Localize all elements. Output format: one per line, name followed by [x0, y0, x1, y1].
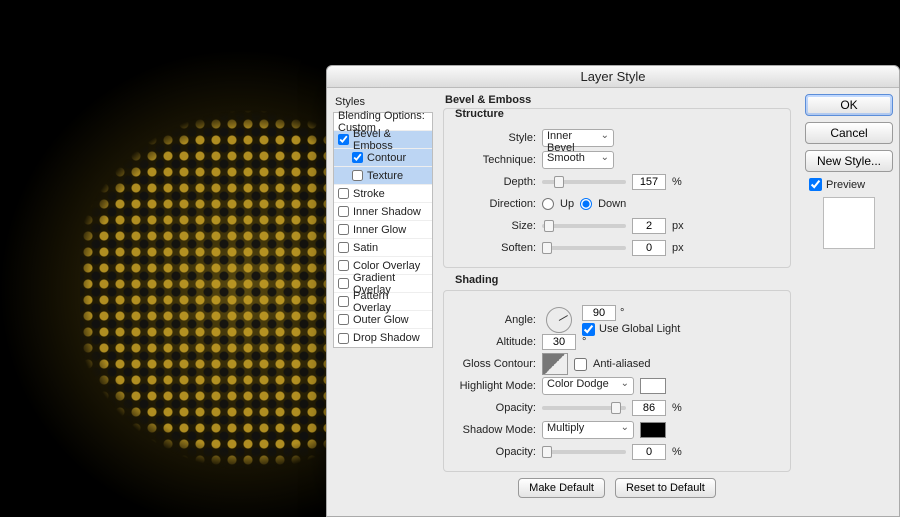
style-label: Style: [452, 132, 536, 144]
style-select[interactable]: Inner Bevel [542, 129, 614, 147]
effect-checkbox[interactable] [338, 296, 349, 307]
styles-label[interactable]: Styles [335, 96, 433, 108]
soften-label: Soften: [452, 242, 536, 254]
section-title: Bevel & Emboss [445, 94, 791, 106]
gloss-contour-picker[interactable] [542, 353, 568, 375]
effect-checkbox[interactable] [338, 278, 349, 289]
shadow-opacity-label: Opacity: [452, 446, 536, 458]
layer-style-dialog: Layer Style Styles Blending Options: Cus… [326, 65, 900, 517]
effect-checkbox[interactable] [338, 260, 349, 271]
shading-group: Angle: ° Use Global Light Altitude: [443, 290, 791, 472]
effect-label: Pattern Overlay [353, 290, 428, 314]
effects-column: Styles Blending Options: Custom Bevel & … [327, 88, 439, 516]
gloss-label: Gloss Contour: [452, 358, 536, 370]
effect-label: Color Overlay [353, 260, 420, 272]
soften-unit: px [672, 242, 684, 254]
effect-row-inner-glow[interactable]: Inner Glow [334, 221, 432, 239]
size-unit: px [672, 220, 684, 232]
highlight-opacity-slider[interactable] [542, 406, 626, 410]
dialog-title: Layer Style [327, 66, 899, 88]
size-label: Size: [452, 220, 536, 232]
effect-row-inner-shadow[interactable]: Inner Shadow [334, 203, 432, 221]
effect-label: Satin [353, 242, 378, 254]
shadow-color-swatch[interactable] [640, 422, 666, 438]
effect-label: Inner Shadow [353, 206, 421, 218]
effect-checkbox[interactable] [338, 242, 349, 253]
preview-swatch [823, 197, 875, 249]
depth-slider[interactable] [542, 180, 626, 184]
make-default-button[interactable]: Make Default [518, 478, 605, 498]
technique-label: Technique: [452, 154, 536, 166]
effect-label: Contour [367, 152, 406, 164]
effect-checkbox[interactable] [338, 134, 349, 145]
effect-checkbox[interactable] [338, 333, 349, 344]
highlight-opacity-label: Opacity: [452, 402, 536, 414]
depth-unit: % [672, 176, 682, 188]
highlight-opacity-input[interactable] [632, 400, 666, 416]
global-light-row[interactable]: Use Global Light [582, 323, 680, 336]
size-slider[interactable] [542, 224, 626, 228]
cancel-button[interactable]: Cancel [805, 122, 893, 144]
effect-row-texture[interactable]: Texture [334, 167, 432, 185]
altitude-label: Altitude: [452, 336, 536, 348]
shadow-mode-label: Shadow Mode: [452, 424, 536, 436]
soften-slider[interactable] [542, 246, 626, 250]
effect-checkbox[interactable] [338, 206, 349, 217]
effect-label: Stroke [353, 188, 385, 200]
global-light-checkbox[interactable] [582, 323, 595, 336]
shadow-opacity-input[interactable] [632, 444, 666, 460]
reset-default-button[interactable]: Reset to Default [615, 478, 716, 498]
direction-down-radio[interactable] [580, 198, 592, 210]
preview-checkbox[interactable] [809, 178, 822, 191]
options-column: Bevel & Emboss Structure Style: Inner Be… [439, 88, 799, 516]
effect-checkbox[interactable] [352, 152, 363, 163]
effect-label: Bevel & Emboss [353, 128, 428, 152]
effect-row-stroke[interactable]: Stroke [334, 185, 432, 203]
effect-row-contour[interactable]: Contour [334, 149, 432, 167]
effect-row-pattern-overlay[interactable]: Pattern Overlay [334, 293, 432, 311]
preview-toggle[interactable]: Preview [809, 178, 893, 191]
effect-row-satin[interactable]: Satin [334, 239, 432, 257]
anti-aliased-checkbox[interactable] [574, 358, 587, 371]
depth-input[interactable] [632, 174, 666, 190]
effect-label: Texture [367, 170, 403, 182]
effect-checkbox[interactable] [352, 170, 363, 181]
depth-label: Depth: [452, 176, 536, 188]
effect-label: Drop Shadow [353, 332, 420, 344]
structure-group: Style: Inner Bevel Technique: Smooth Dep… [443, 108, 791, 268]
effect-row-outer-glow[interactable]: Outer Glow [334, 311, 432, 329]
effect-checkbox[interactable] [338, 314, 349, 325]
direction-label: Direction: [452, 198, 536, 210]
angle-dial[interactable] [546, 307, 572, 333]
ok-button[interactable]: OK [805, 94, 893, 116]
size-input[interactable] [632, 218, 666, 234]
effects-list: Blending Options: Custom Bevel & EmbossC… [333, 112, 433, 348]
highlight-color-swatch[interactable] [640, 378, 666, 394]
shadow-mode-select[interactable]: Multiply [542, 421, 634, 439]
angle-input[interactable] [582, 305, 616, 321]
shading-label: Shading [455, 274, 791, 286]
effect-checkbox[interactable] [338, 224, 349, 235]
altitude-input[interactable] [542, 334, 576, 350]
shadow-opacity-slider[interactable] [542, 450, 626, 454]
effect-row-bevel-emboss[interactable]: Bevel & Emboss [334, 131, 432, 149]
highlight-mode-label: Highlight Mode: [452, 380, 536, 392]
effect-row-drop-shadow[interactable]: Drop Shadow [334, 329, 432, 347]
dialog-buttons-column: OK Cancel New Style... Preview [799, 88, 899, 516]
technique-select[interactable]: Smooth [542, 151, 614, 169]
effect-checkbox[interactable] [338, 188, 349, 199]
effect-label: Inner Glow [353, 224, 406, 236]
soften-input[interactable] [632, 240, 666, 256]
angle-label: Angle: [452, 314, 536, 326]
direction-up-radio[interactable] [542, 198, 554, 210]
effect-label: Outer Glow [353, 314, 409, 326]
highlight-mode-select[interactable]: Color Dodge [542, 377, 634, 395]
new-style-button[interactable]: New Style... [805, 150, 893, 172]
